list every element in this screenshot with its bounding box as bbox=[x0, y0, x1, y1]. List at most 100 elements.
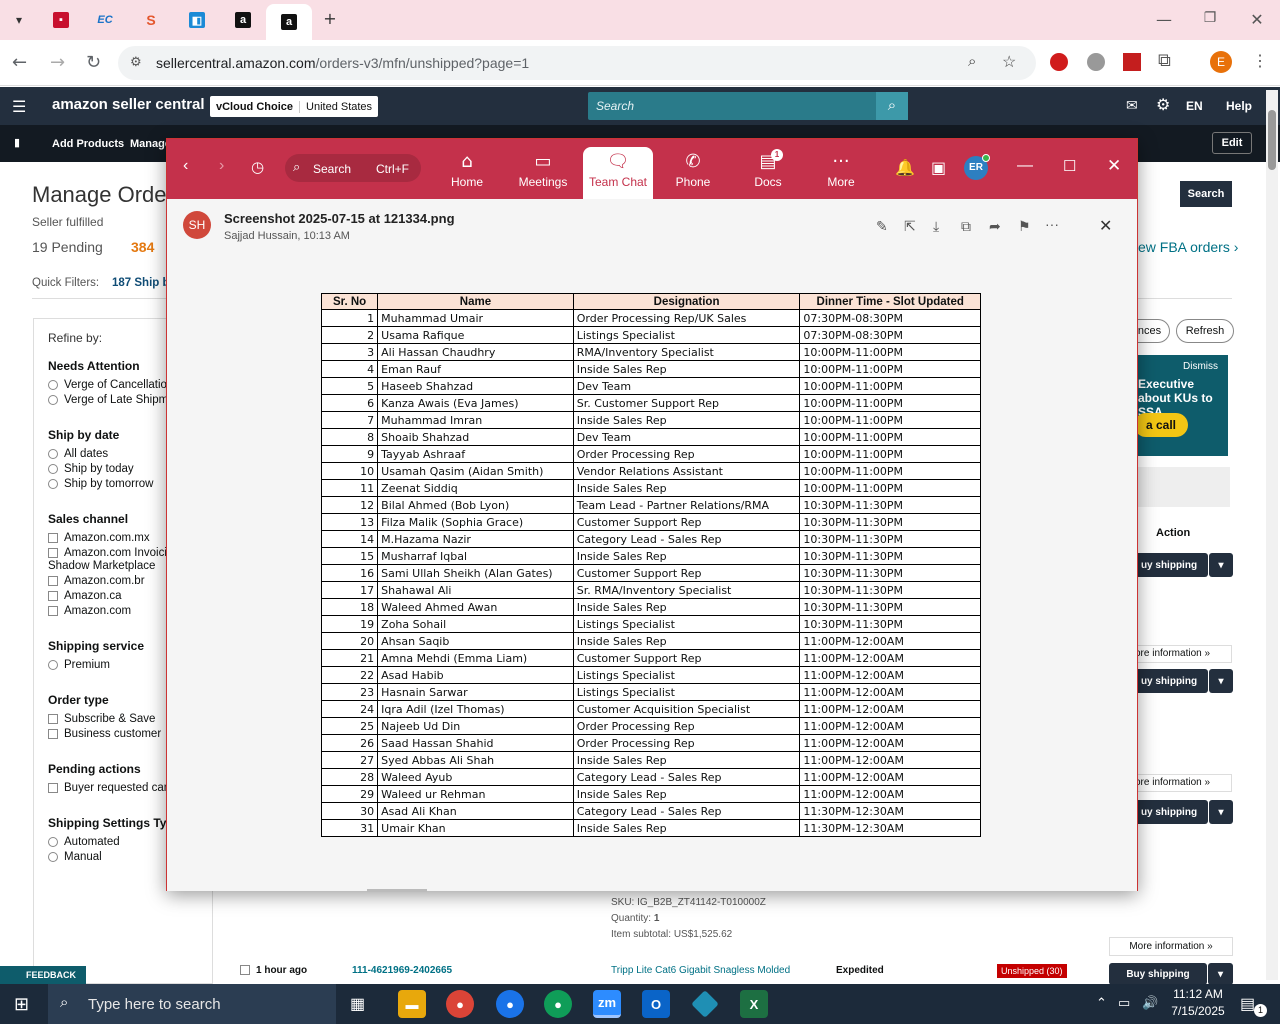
dismiss-link[interactable]: Dismiss bbox=[1183, 361, 1218, 372]
back-icon[interactable]: ‹ bbox=[183, 157, 188, 175]
help-link[interactable]: Help bbox=[1226, 99, 1252, 113]
chevron-down-icon[interactable]: ▾ bbox=[1208, 963, 1233, 985]
extensions-puzzle-icon[interactable]: ⧉ bbox=[1158, 50, 1171, 71]
tab-2[interactable]: EC bbox=[92, 8, 118, 32]
zoom-icon[interactable]: ⌕ bbox=[968, 53, 976, 70]
extension-pdf-icon[interactable] bbox=[1123, 53, 1141, 71]
tab-1[interactable]: ▪ bbox=[48, 8, 74, 32]
close-viewer-icon[interactable]: ✕ bbox=[1099, 216, 1112, 236]
teams-search-input[interactable]: ⌕ Search Ctrl+F bbox=[285, 154, 421, 182]
file-explorer-icon[interactable]: ▬ bbox=[398, 990, 426, 1018]
reload-icon[interactable]: ↻ bbox=[86, 52, 101, 73]
mail-icon[interactable]: ✉ bbox=[1126, 97, 1138, 114]
more-information-link[interactable]: More information » bbox=[1109, 937, 1233, 956]
forward-icon[interactable]: → bbox=[50, 52, 65, 73]
network-icon[interactable]: ▭ bbox=[1118, 995, 1130, 1011]
extension-globe-icon[interactable] bbox=[1087, 53, 1105, 71]
taskbar-search-input[interactable]: ⌕ Type here to search bbox=[48, 984, 336, 1024]
add-products-link[interactable]: Add Products bbox=[52, 138, 124, 150]
edit-nav-button[interactable]: Edit bbox=[1212, 132, 1252, 154]
url-text[interactable]: sellercentral.amazon.com/orders-v3/mfn/u… bbox=[156, 55, 529, 71]
task-view-icon[interactable]: ▦ bbox=[350, 994, 365, 1014]
bookmark-icon[interactable]: ⚑ bbox=[1018, 218, 1031, 235]
tab-3[interactable]: S bbox=[138, 8, 164, 32]
download-icon[interactable]: ⤓ bbox=[933, 218, 939, 235]
buy-shipping-button[interactable]: Buy shipping bbox=[1109, 963, 1207, 985]
close-icon[interactable]: ✕ bbox=[1107, 156, 1121, 176]
outlook-icon[interactable]: O bbox=[642, 990, 670, 1018]
amazon-logo[interactable]: amazon seller central bbox=[52, 96, 205, 113]
horizontal-scroll-thumb[interactable] bbox=[367, 889, 427, 892]
excel-icon[interactable]: X bbox=[740, 990, 768, 1018]
edit-icon[interactable]: ✎ bbox=[876, 218, 888, 235]
site-info-icon[interactable]: ⚙ bbox=[130, 54, 142, 70]
share-icon[interactable]: ➦ bbox=[989, 218, 1001, 235]
tray-expand-icon[interactable]: ⌃ bbox=[1096, 995, 1107, 1011]
chrome-profile-2-icon[interactable]: ● bbox=[544, 990, 572, 1018]
page-scrollbar[interactable] bbox=[1266, 90, 1278, 980]
chevron-down-icon[interactable]: ▾ bbox=[1209, 800, 1233, 824]
scrollbar-thumb[interactable] bbox=[1268, 110, 1276, 170]
notification-icon[interactable]: ▤ bbox=[1240, 994, 1255, 1014]
close-window-button[interactable]: ✕ bbox=[1247, 10, 1267, 29]
product-link[interactable]: Tripp Lite Cat6 Gigabit Snagless Molded bbox=[611, 965, 790, 976]
nav-meetings[interactable]: ▭ Meetings bbox=[508, 147, 578, 199]
bookmark-icon[interactable]: ▮ bbox=[14, 136, 20, 149]
bell-icon[interactable]: 🔔 bbox=[895, 158, 915, 177]
forward-icon[interactable]: › bbox=[219, 157, 224, 175]
fba-orders-link[interactable]: ew FBA orders › bbox=[1138, 239, 1238, 255]
windows-start-icon[interactable]: ⊞ bbox=[14, 994, 29, 1015]
back-icon[interactable]: ← bbox=[12, 52, 27, 73]
profile-avatar[interactable]: E bbox=[1210, 51, 1232, 73]
bookmark-star-icon[interactable]: ☆ bbox=[1002, 52, 1016, 72]
tab-4[interactable]: ◧ bbox=[184, 8, 210, 32]
refresh-button[interactable]: Refresh bbox=[1176, 319, 1234, 343]
app-diamond-icon[interactable] bbox=[691, 990, 719, 1018]
more-options-icon[interactable]: ··· bbox=[1045, 216, 1059, 232]
minimize-icon[interactable]: — bbox=[1017, 157, 1033, 175]
address-bar[interactable]: ⚙ sellercentral.amazon.com/orders-v3/mfn… bbox=[118, 46, 1036, 80]
manage-link[interactable]: Manage bbox=[130, 138, 171, 150]
chevron-down-icon[interactable]: ▾ bbox=[1209, 669, 1233, 693]
unshipped-tab[interactable]: 384 bbox=[131, 239, 154, 255]
zoom-app-icon[interactable]: zm bbox=[593, 990, 621, 1018]
clock-time[interactable]: 11:12 AM bbox=[1170, 987, 1226, 1001]
buy-shipping-button[interactable]: uy shipping bbox=[1130, 800, 1208, 824]
row-checkbox[interactable] bbox=[240, 965, 250, 975]
new-tab-button[interactable]: + bbox=[320, 9, 340, 28]
apps-icon[interactable]: ▣ bbox=[931, 158, 946, 177]
history-icon[interactable]: ◷ bbox=[251, 158, 264, 176]
order-id-link[interactable]: 111-4621969-2402665 bbox=[352, 965, 452, 976]
restore-button[interactable]: ❐ bbox=[1200, 10, 1220, 26]
extension-red-icon[interactable] bbox=[1050, 53, 1068, 71]
chrome-profile-icon[interactable]: ● bbox=[496, 990, 524, 1018]
more-information-link[interactable]: ore information » bbox=[1130, 774, 1232, 792]
buy-shipping-button[interactable]: uy shipping bbox=[1130, 669, 1208, 693]
tab-5[interactable]: a bbox=[230, 8, 256, 32]
clock-date[interactable]: 7/15/2025 bbox=[1166, 1004, 1230, 1018]
volume-icon[interactable]: 🔊 bbox=[1142, 995, 1158, 1011]
chevron-down-icon[interactable]: ▾ bbox=[1209, 553, 1233, 577]
tab-list-button[interactable]: ▾ bbox=[6, 8, 32, 32]
orders-search-button[interactable]: Search bbox=[1180, 181, 1232, 207]
nav-phone[interactable]: ✆ Phone bbox=[658, 147, 728, 199]
minimize-button[interactable]: — bbox=[1154, 10, 1174, 29]
maximize-icon[interactable]: ☐ bbox=[1063, 157, 1076, 175]
open-external-icon[interactable]: ⇱ bbox=[904, 218, 916, 235]
browser-menu-icon[interactable]: ⋮ bbox=[1252, 51, 1268, 71]
buy-shipping-button[interactable]: uy shipping bbox=[1130, 553, 1208, 577]
nav-home[interactable]: ⌂ Home bbox=[432, 147, 502, 199]
schedule-call-button[interactable]: a call bbox=[1134, 413, 1188, 437]
gear-icon[interactable]: ⚙ bbox=[1156, 95, 1170, 115]
nav-docs[interactable]: ▤ Docs 1 bbox=[733, 147, 803, 199]
copy-icon[interactable]: ⧉ bbox=[961, 218, 971, 235]
language-selector[interactable]: EN bbox=[1186, 99, 1203, 113]
more-information-link[interactable]: ore information » bbox=[1130, 645, 1232, 663]
nav-team-chat[interactable]: 🗨 Team Chat bbox=[583, 147, 653, 199]
amazon-search-input[interactable]: Search bbox=[588, 92, 876, 120]
quick-filter-ship[interactable]: 187 Ship b bbox=[112, 277, 170, 289]
pending-tab[interactable]: 19 Pending bbox=[32, 239, 103, 255]
feedback-tab[interactable]: FEEDBACK ✕ bbox=[0, 966, 86, 998]
hamburger-menu-icon[interactable]: ☰ bbox=[12, 97, 26, 117]
nav-more[interactable]: ··· More bbox=[806, 147, 876, 199]
